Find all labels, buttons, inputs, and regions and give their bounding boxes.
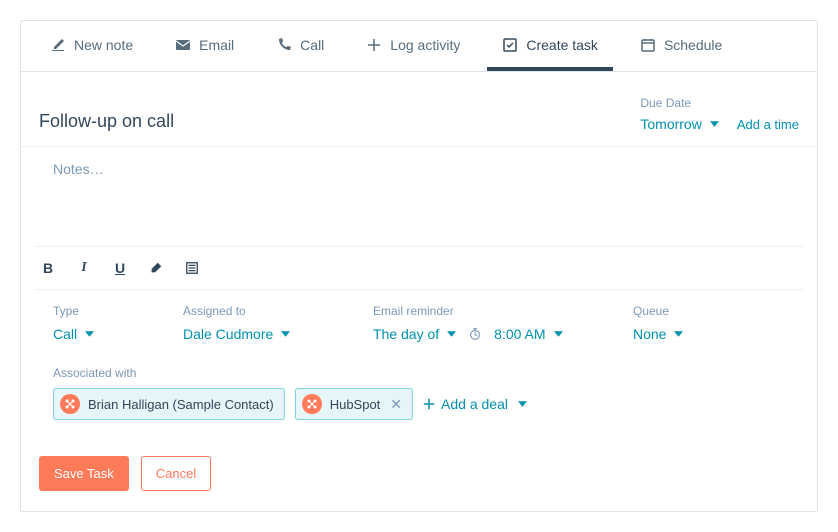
reminder-label: Email reminder — [373, 304, 623, 318]
tab-log-activity[interactable]: Log activity — [351, 21, 475, 71]
plus-icon — [366, 37, 382, 53]
reminder-day-value: The day of — [373, 326, 439, 342]
assigned-value: Dale Cudmore — [183, 326, 273, 342]
tab-schedule[interactable]: Schedule — [625, 21, 737, 71]
due-date-dropdown[interactable]: Tomorrow — [640, 116, 718, 132]
chevron-down-icon — [554, 331, 563, 337]
task-panel: New note Email Call Log activity Create … — [20, 20, 818, 512]
tab-create-task[interactable]: Create task — [487, 21, 613, 71]
tab-label: Schedule — [664, 37, 722, 53]
type-dropdown[interactable]: Call — [53, 326, 173, 342]
assigned-dropdown[interactable]: Dale Cudmore — [183, 326, 363, 342]
fields-row: Type Call Assigned to Dale Cudmore Email… — [35, 289, 803, 360]
tab-new-note[interactable]: New note — [35, 21, 148, 71]
due-date-group: Due Date Tomorrow Add a time — [640, 96, 799, 132]
chevron-down-icon — [518, 401, 527, 407]
associated-label: Associated with — [53, 366, 785, 380]
formatting-toolbar: B I U — [21, 247, 817, 289]
type-label: Type — [53, 304, 173, 318]
bold-button[interactable]: B — [39, 259, 57, 277]
title-row: Follow-up on call Due Date Tomorrow Add … — [21, 72, 817, 147]
queue-dropdown[interactable]: None — [633, 326, 785, 342]
due-date-value: Tomorrow — [640, 116, 701, 132]
associated-section: Associated with Brian Halligan (Sample C… — [35, 360, 803, 440]
tab-label: Create task — [526, 37, 598, 53]
cancel-button[interactable]: Cancel — [141, 456, 211, 491]
type-value: Call — [53, 326, 77, 342]
underline-button[interactable]: U — [111, 259, 129, 277]
chip-remove-icon[interactable]: ✕ — [390, 396, 402, 413]
phone-icon — [276, 37, 292, 53]
reminder-day-dropdown[interactable]: The day of — [373, 326, 456, 342]
queue-label: Queue — [633, 304, 785, 318]
contact-avatar-icon — [60, 394, 80, 414]
due-date-label: Due Date — [640, 96, 718, 110]
tab-email[interactable]: Email — [160, 21, 249, 71]
calendar-icon — [640, 37, 656, 53]
save-button[interactable]: Save Task — [39, 456, 129, 491]
footer-actions: Save Task Cancel — [21, 440, 817, 511]
tab-label: New note — [74, 37, 133, 53]
tab-label: Log activity — [390, 37, 460, 53]
reminder-time-dropdown[interactable]: 8:00 AM — [494, 326, 562, 342]
tab-label: Call — [300, 37, 324, 53]
eraser-button[interactable] — [147, 259, 165, 277]
chevron-down-icon — [281, 331, 290, 337]
notes-textarea[interactable]: Notes… — [35, 147, 803, 247]
list-button[interactable] — [183, 259, 201, 277]
tab-call[interactable]: Call — [261, 21, 339, 71]
notes-placeholder: Notes… — [53, 161, 104, 177]
add-time-link[interactable]: Add a time — [737, 117, 799, 132]
reminder-time-value: 8:00 AM — [494, 326, 545, 342]
associated-chip[interactable]: Brian Halligan (Sample Contact) — [53, 388, 285, 420]
email-icon — [175, 37, 191, 53]
add-deal-button[interactable]: Add a deal — [423, 396, 527, 412]
chip-label: Brian Halligan (Sample Contact) — [88, 397, 274, 412]
action-tabs: New note Email Call Log activity Create … — [21, 21, 817, 72]
chip-label: HubSpot — [330, 397, 381, 412]
edit-icon — [50, 37, 66, 53]
checkbox-icon — [502, 37, 518, 53]
italic-button[interactable]: I — [75, 259, 93, 277]
task-title-input[interactable]: Follow-up on call — [39, 111, 174, 132]
plus-icon — [423, 398, 435, 410]
chevron-down-icon — [674, 331, 683, 337]
chevron-down-icon — [85, 331, 94, 337]
chevron-down-icon — [447, 331, 456, 337]
chevron-down-icon — [710, 121, 719, 127]
queue-value: None — [633, 326, 666, 342]
associated-row: Brian Halligan (Sample Contact) HubSpot … — [53, 388, 785, 420]
clock-icon — [468, 327, 482, 341]
add-deal-label: Add a deal — [441, 396, 508, 412]
associated-chip[interactable]: HubSpot ✕ — [295, 388, 413, 420]
tab-label: Email — [199, 37, 234, 53]
company-avatar-icon — [302, 394, 322, 414]
assigned-label: Assigned to — [183, 304, 363, 318]
